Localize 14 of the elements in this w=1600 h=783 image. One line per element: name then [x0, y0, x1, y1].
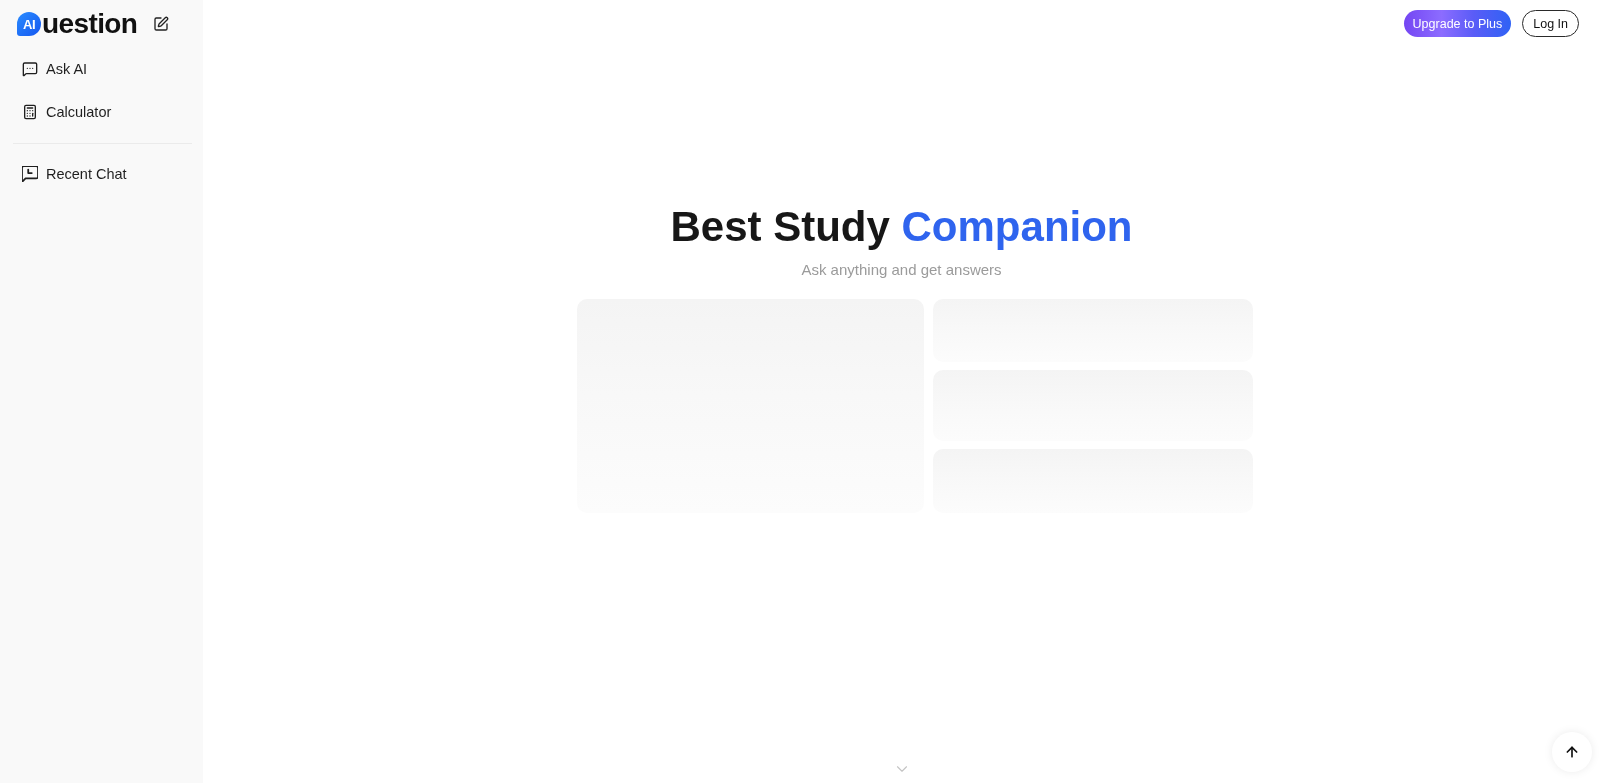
chat-icon: [22, 61, 38, 77]
upgrade-button[interactable]: Upgrade to Plus: [1403, 10, 1512, 37]
hero-title: Best Study Companion: [670, 202, 1133, 252]
logo-mark: AI: [17, 12, 41, 36]
logo-wordmark: uestion: [42, 12, 138, 36]
login-button[interactable]: Log In: [1522, 10, 1579, 37]
chat-clock-icon: [22, 166, 38, 182]
sidebar-item[interactable]: Ask AI: [12, 49, 193, 89]
scroll-top-button[interactable]: [1552, 732, 1592, 772]
sidebar-item[interactable]: Calculator: [12, 92, 193, 132]
hero-subtitle: Ask anything and get answers: [801, 260, 1002, 281]
sidebar-item[interactable]: Recent Chat: [12, 154, 193, 194]
calculator-icon: [22, 104, 38, 120]
edit-icon[interactable]: [153, 16, 170, 32]
